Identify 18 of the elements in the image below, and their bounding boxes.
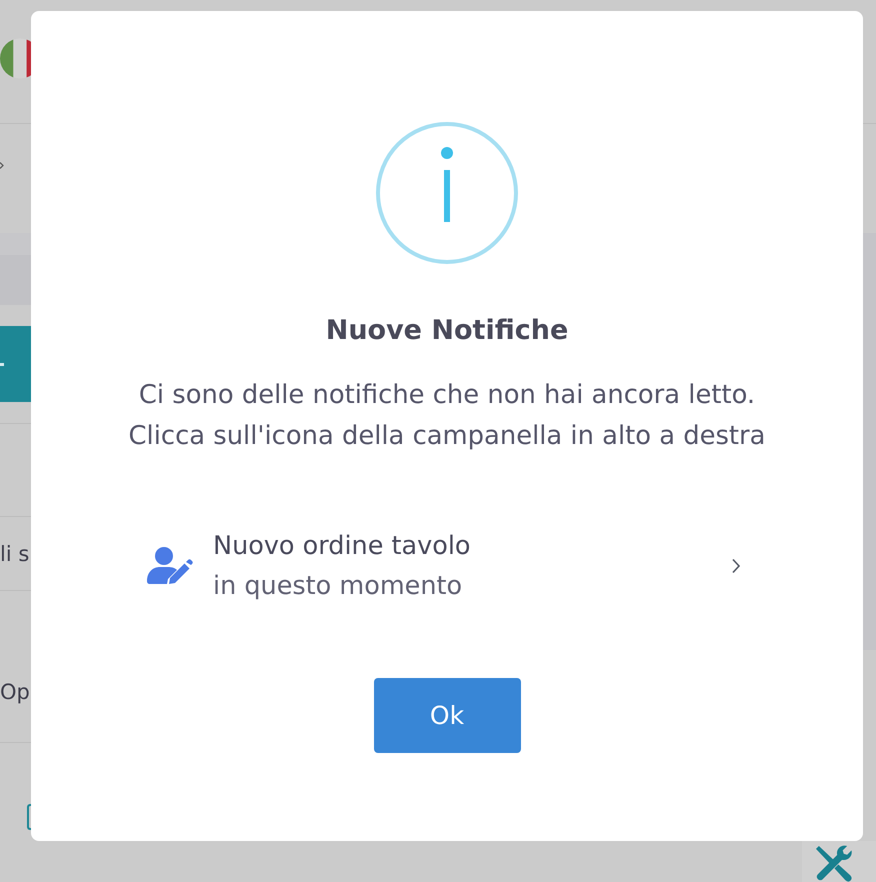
caret-icon	[0, 162, 4, 169]
row-label: li s	[0, 540, 30, 568]
notification-title: Nuovo ordine tavolo	[213, 530, 471, 563]
message-text: Clicca sull'icona della campanella in alto a destra	[128, 420, 766, 453]
tools-button[interactable]	[802, 841, 876, 882]
flag-icon[interactable]	[0, 38, 31, 79]
dialog-title: Nuove Notifiche	[326, 314, 568, 348]
notification-item[interactable]: Nuovo ordine tavolo in questo momento	[147, 526, 741, 606]
notification-time: in questo momento	[213, 570, 462, 603]
info-icon	[376, 122, 518, 264]
wrench-screwdriver-icon	[815, 845, 852, 882]
row-label: Op	[0, 679, 30, 706]
dash-icon	[0, 362, 4, 366]
chevron-right-icon	[731, 558, 741, 574]
table-header-background	[0, 233, 31, 305]
ok-button[interactable]: Ok	[374, 678, 520, 753]
message-text: Ci sono delle notifiche che non hai ancora letto.	[138, 379, 756, 412]
user-pen-icon	[147, 547, 193, 585]
